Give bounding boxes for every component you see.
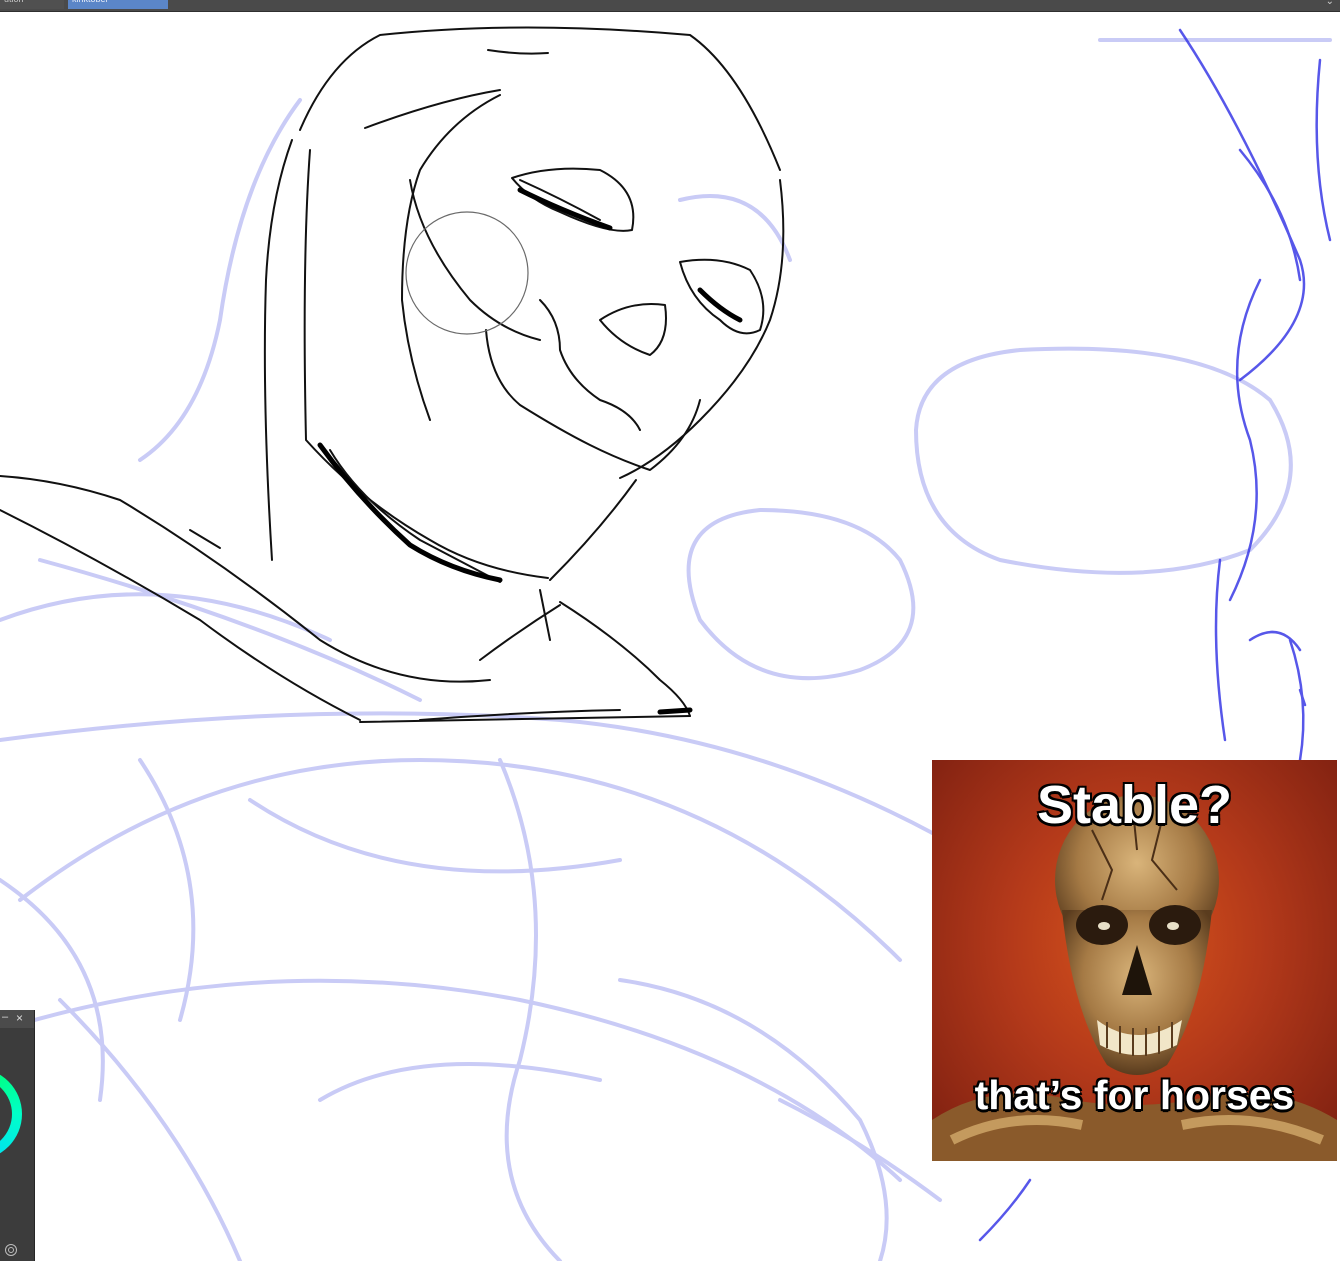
meme-top-text: Stable? — [1036, 775, 1233, 835]
ink-heavy-strokes — [317, 187, 743, 715]
document-tab-bar: ution × kinktober × ⌄ — [0, 0, 1340, 12]
meme-bottom-text: that’s for horses — [974, 1072, 1295, 1118]
panel-options-icon[interactable] — [5, 1244, 17, 1256]
close-icon[interactable]: × — [54, 0, 60, 4]
brush-cursor — [405, 211, 529, 335]
tab-label: ution — [4, 0, 24, 4]
chevron-down-icon[interactable]: ⌄ — [1326, 0, 1334, 7]
close-icon[interactable]: × — [16, 1011, 23, 1025]
ink-line-art — [0, 26, 785, 723]
meme-image: Stable? that’s for horses — [932, 760, 1337, 1161]
tab-document-kinktober[interactable]: kinktober × — [68, 0, 168, 9]
close-icon[interactable]: × — [158, 0, 164, 4]
tab-label: kinktober — [72, 0, 109, 4]
minimize-icon[interactable]: – — [2, 1011, 8, 1023]
tab-document-1[interactable]: ution × — [0, 0, 64, 9]
panel-title-bar[interactable]: – × — [0, 1010, 34, 1028]
color-wheel-panel: – × — [0, 1010, 35, 1261]
